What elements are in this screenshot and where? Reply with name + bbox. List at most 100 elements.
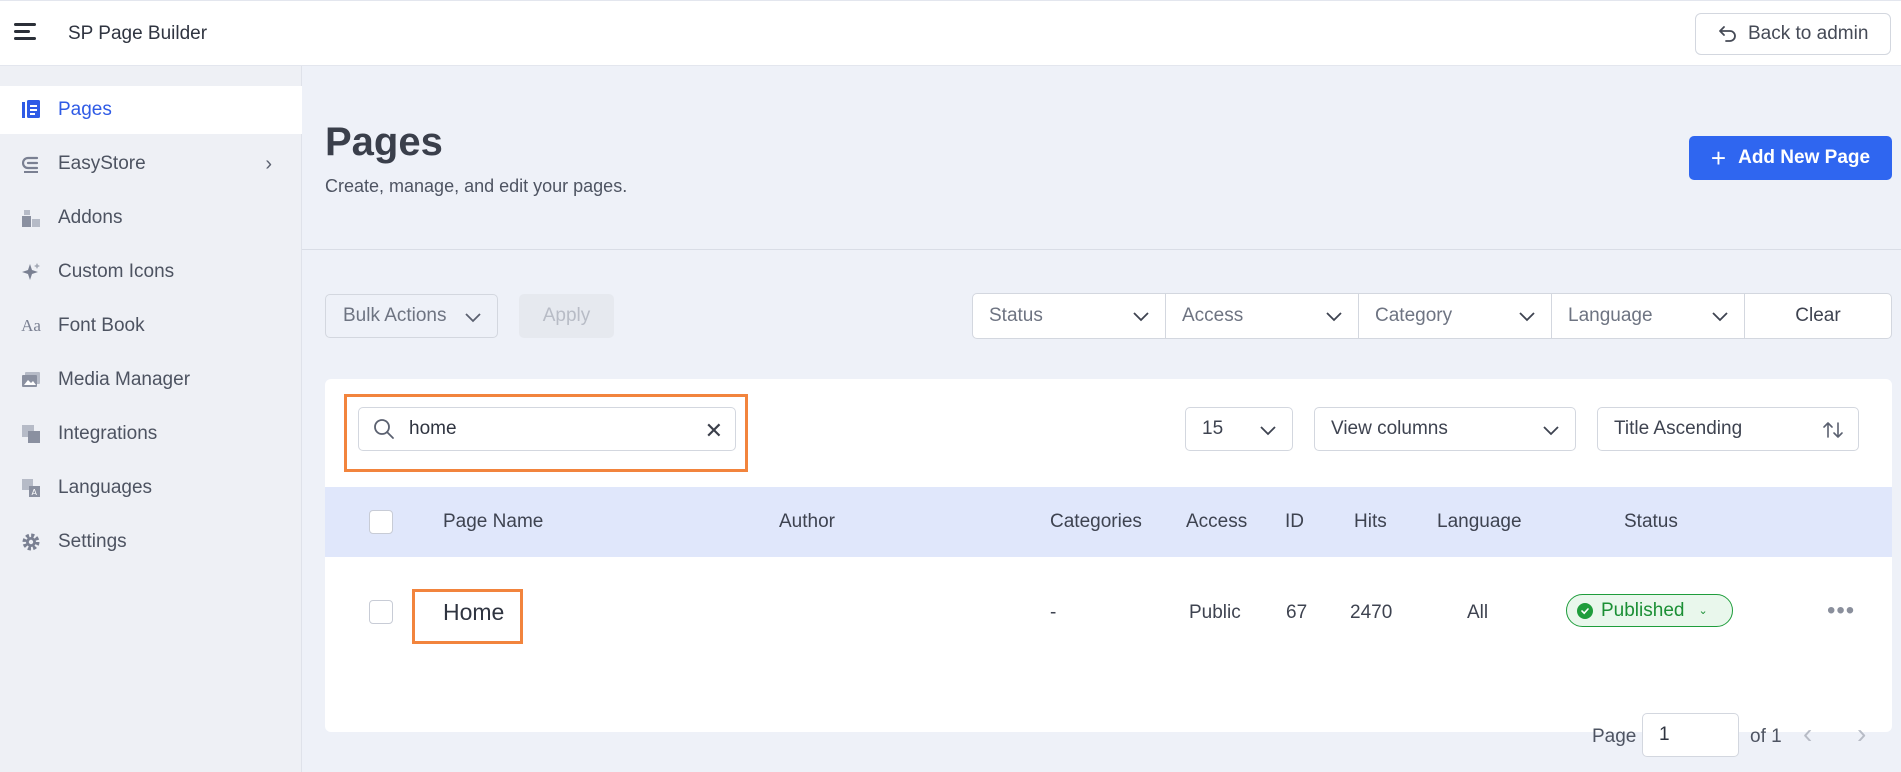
column-header-id[interactable]: ID xyxy=(1285,511,1304,533)
add-new-page-label: Add New Page xyxy=(1738,147,1871,168)
bulk-actions-select[interactable]: Bulk Actions xyxy=(325,294,498,338)
pager-label: Page xyxy=(1592,726,1637,747)
view-columns-select[interactable]: View columns xyxy=(1314,407,1576,451)
sidebar-item-custom-icons[interactable]: Custom Icons xyxy=(0,248,302,296)
media-icon xyxy=(20,369,42,391)
menu-icon[interactable] xyxy=(14,23,36,41)
sidebar-item-addons[interactable]: Addons xyxy=(0,194,302,242)
sidebar-item-easystore[interactable]: EasyStore › xyxy=(0,140,302,188)
filter-label: Language xyxy=(1568,305,1653,326)
column-header-page-name[interactable]: Page Name xyxy=(443,511,543,533)
hits-cell: 2470 xyxy=(1350,602,1393,623)
chevron-down-icon: ⌄ xyxy=(1698,605,1708,617)
integrations-icon xyxy=(20,423,42,445)
sort-arrows-icon xyxy=(1823,422,1843,438)
chevron-right-icon: › xyxy=(265,152,272,175)
sidebar-item-label: Custom Icons xyxy=(58,261,175,282)
sort-select[interactable]: Title Ascending xyxy=(1597,407,1859,451)
check-circle-icon xyxy=(1577,602,1593,619)
apply-button[interactable]: Apply xyxy=(519,294,614,338)
undo-arrow-icon xyxy=(1719,26,1736,42)
sidebar-item-settings[interactable]: Settings xyxy=(0,518,302,566)
access-filter-select[interactable]: Access xyxy=(1166,294,1359,338)
sidebar-item-pages[interactable]: Pages xyxy=(0,86,302,134)
pages-icon xyxy=(20,99,42,121)
sidebar-item-integrations[interactable]: Integrations xyxy=(0,410,302,458)
back-to-admin-button[interactable]: Back to admin xyxy=(1695,13,1891,55)
clear-search-icon[interactable]: ✕ xyxy=(705,418,723,444)
status-label: Published xyxy=(1601,599,1685,621)
more-options-icon[interactable]: ••• xyxy=(1827,599,1855,623)
font-icon: Aa xyxy=(21,316,41,335)
id-cell: 67 xyxy=(1286,602,1308,623)
easystore-icon xyxy=(20,153,42,175)
sparkle-icon xyxy=(20,261,42,283)
languages-icon: A xyxy=(20,477,42,499)
sidebar-item-font-book[interactable]: Aa Font Book xyxy=(0,302,302,350)
main-content: Pages Create, manage, and edit your page… xyxy=(302,66,1901,772)
page-name-link[interactable]: Home xyxy=(443,599,504,626)
row-checkbox[interactable] xyxy=(369,600,393,624)
chevron-down-icon xyxy=(465,313,481,323)
add-new-page-button[interactable]: + Add New Page xyxy=(1689,136,1892,180)
search-icon xyxy=(374,419,394,439)
column-header-status[interactable]: Status xyxy=(1624,511,1678,533)
page-number-input[interactable]: 1 xyxy=(1642,713,1739,757)
plus-icon: + xyxy=(1710,143,1727,173)
gear-icon xyxy=(20,531,42,553)
sidebar-item-label: Integrations xyxy=(58,423,158,444)
filter-label: Access xyxy=(1182,305,1244,326)
search-value: home xyxy=(409,418,457,439)
pager-total: of 1 xyxy=(1750,726,1782,747)
sidebar-item-label: Font Book xyxy=(58,315,145,336)
column-header-categories[interactable]: Categories xyxy=(1050,511,1142,533)
table-row: Home - Public 67 2470 All Published ⌄ ••… xyxy=(325,557,1892,667)
status-filter-select[interactable]: Status xyxy=(973,294,1166,338)
filter-label: Category xyxy=(1375,305,1453,326)
column-header-access[interactable]: Access xyxy=(1186,511,1247,533)
sidebar-item-media-manager[interactable]: Media Manager xyxy=(0,356,302,404)
table-header: Page Name Author Categories Access ID Hi… xyxy=(325,487,1892,557)
sidebar: Pages EasyStore › Addons Custom Icons Aa… xyxy=(0,66,302,772)
column-header-language[interactable]: Language xyxy=(1437,511,1522,533)
status-badge[interactable]: Published ⌄ xyxy=(1566,594,1733,627)
pages-table-card: home ✕ 15 View columns Title Ascending P… xyxy=(325,379,1892,732)
sidebar-item-label: Languages xyxy=(58,477,153,498)
bulk-actions-label: Bulk Actions xyxy=(343,305,447,326)
chevron-left-icon[interactable]: ‹ xyxy=(1803,718,1812,750)
view-columns-label: View columns xyxy=(1331,418,1448,439)
search-input[interactable]: home ✕ xyxy=(358,407,736,451)
sidebar-item-label: Settings xyxy=(58,531,127,552)
page-subtitle: Create, manage, and edit your pages. xyxy=(325,176,628,196)
per-page-value: 15 xyxy=(1202,418,1224,439)
column-header-author[interactable]: Author xyxy=(779,511,835,533)
sidebar-item-label: Media Manager xyxy=(58,369,191,390)
per-page-select[interactable]: 15 xyxy=(1185,407,1293,451)
page-number-value: 1 xyxy=(1659,724,1670,745)
sidebar-item-label: Addons xyxy=(58,207,123,228)
clear-filters-button[interactable]: Clear xyxy=(1745,294,1891,338)
column-header-hits[interactable]: Hits xyxy=(1354,511,1387,533)
chevron-down-icon xyxy=(1519,312,1535,322)
sort-value: Title Ascending xyxy=(1614,418,1743,439)
sidebar-item-label: EasyStore xyxy=(58,153,146,174)
chevron-down-icon xyxy=(1543,426,1559,436)
chevron-down-icon xyxy=(1260,426,1276,436)
back-to-admin-label: Back to admin xyxy=(1748,23,1869,44)
categories-cell: - xyxy=(1050,602,1057,623)
filter-label: Status xyxy=(989,305,1043,326)
sidebar-item-languages[interactable]: A Languages xyxy=(0,464,302,512)
language-cell: All xyxy=(1467,602,1489,623)
page-title: Pages xyxy=(325,120,443,164)
chevron-right-icon[interactable]: › xyxy=(1857,718,1866,750)
top-bar: SP Page Builder Back to admin xyxy=(0,0,1901,66)
sidebar-item-label: Pages xyxy=(58,99,112,120)
select-all-checkbox[interactable] xyxy=(369,510,393,534)
filter-bar: Status Access Category Language Clear xyxy=(972,293,1892,339)
language-filter-select[interactable]: Language xyxy=(1552,294,1745,338)
category-filter-select[interactable]: Category xyxy=(1359,294,1552,338)
chevron-down-icon xyxy=(1712,312,1728,322)
chevron-down-icon xyxy=(1133,312,1149,322)
header-divider xyxy=(302,249,1901,250)
access-cell: Public xyxy=(1189,602,1241,623)
